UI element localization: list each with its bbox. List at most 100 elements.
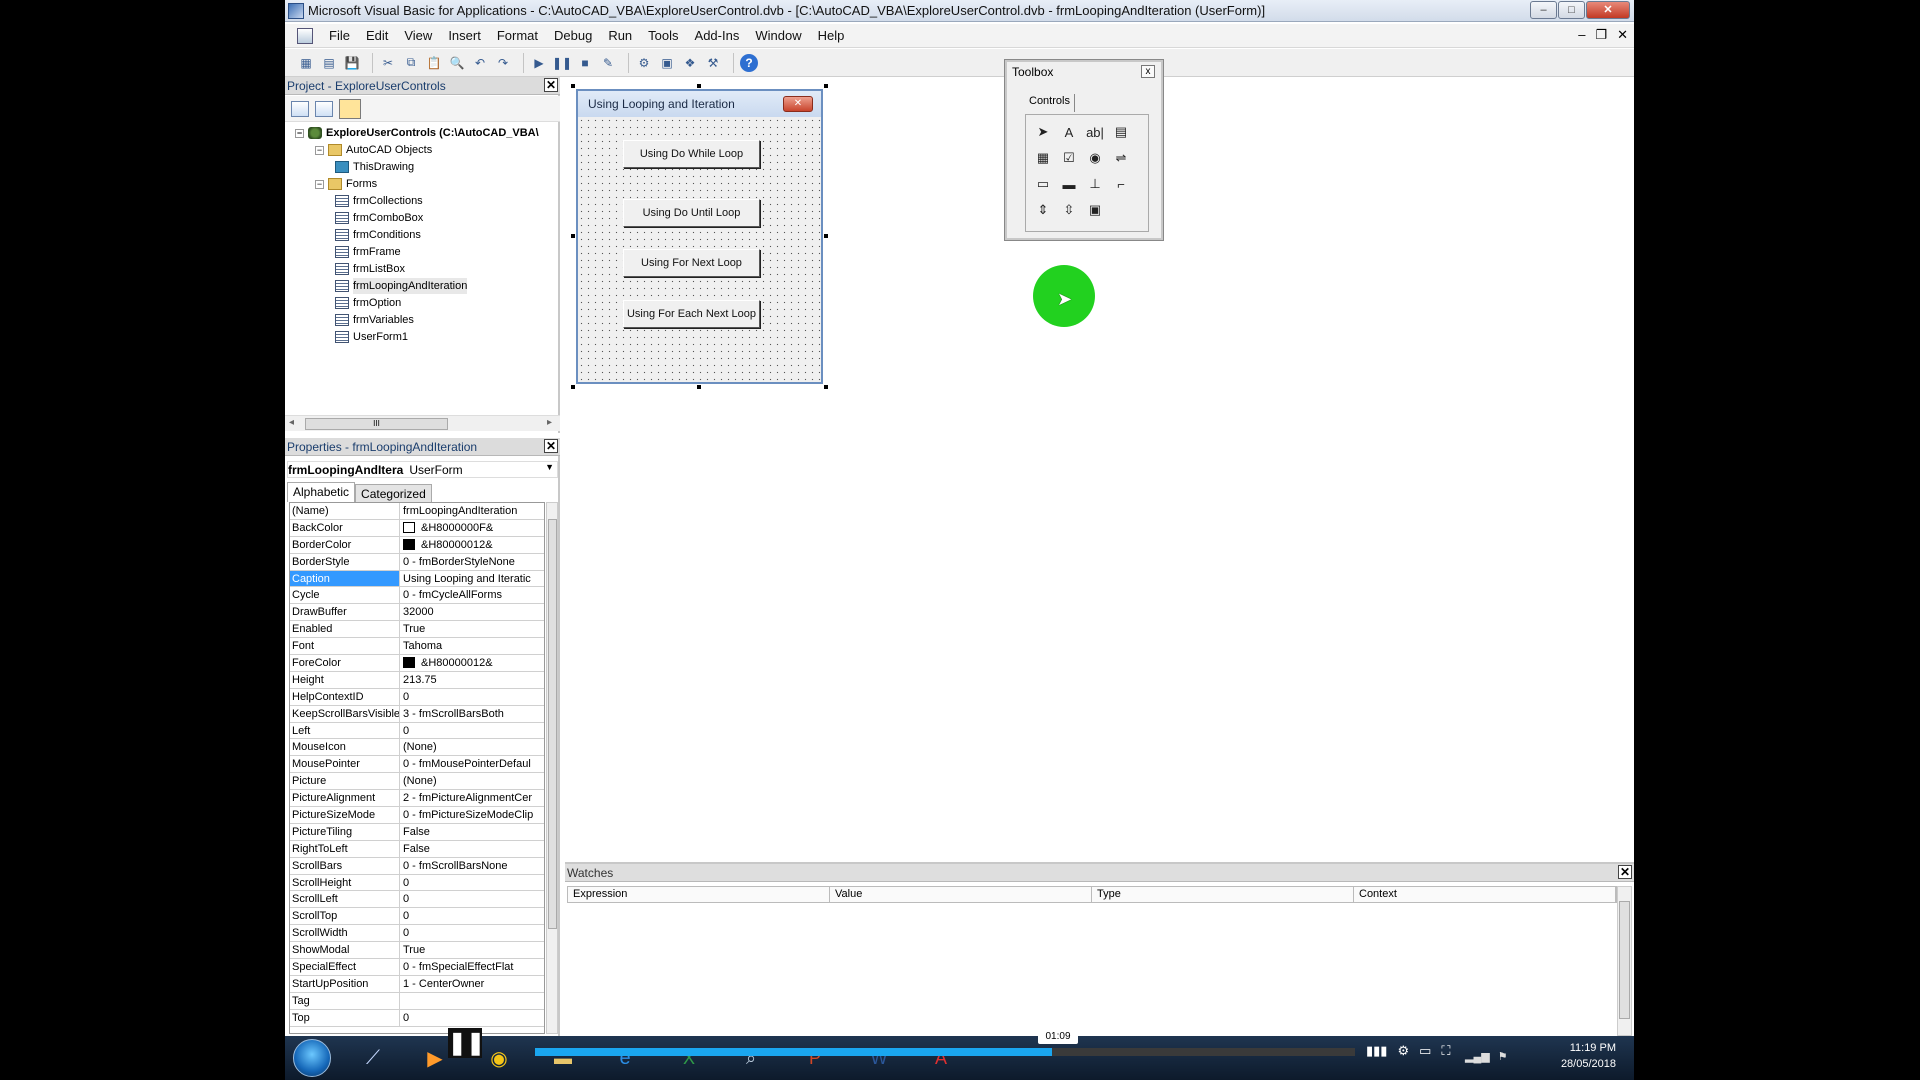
taskbar-clock[interactable]: 11:19 PM 28/05/2018: [1561, 1040, 1616, 1072]
property-row[interactable]: ScrollWidth 0: [290, 925, 544, 943]
optionbutton-icon[interactable]: ◉: [1082, 145, 1108, 171]
watches-vscrollbar[interactable]: [1617, 886, 1632, 1036]
tab-alphabetic[interactable]: Alphabetic: [287, 482, 356, 502]
property-name[interactable]: BorderColor: [290, 536, 400, 553]
property-name[interactable]: Picture: [290, 773, 400, 790]
property-row[interactable]: SpecialEffect 0 - fmSpecialEffectFlat: [290, 959, 544, 976]
property-value[interactable]: [400, 993, 544, 1009]
image-icon[interactable]: ▣: [1082, 197, 1108, 223]
acrobat-icon[interactable]: A: [913, 1040, 969, 1076]
project-explorer-icon[interactable]: ⚙: [635, 54, 653, 72]
tab-controls[interactable]: Controls: [1025, 94, 1075, 112]
help-icon[interactable]: ?: [740, 53, 758, 72]
property-name[interactable]: ShowModal: [290, 942, 400, 959]
toolbox-icon[interactable]: ⚒: [704, 54, 722, 72]
property-value[interactable]: frmLoopingAndIteration: [400, 503, 544, 519]
menu-file[interactable]: File: [321, 28, 358, 43]
video-pause-button[interactable]: ❚❚: [448, 1028, 485, 1058]
document-menu-icon[interactable]: [297, 27, 313, 44]
property-value[interactable]: True: [400, 942, 544, 958]
notification-icon[interactable]: ⚑: [1498, 1050, 1508, 1063]
menu-view[interactable]: View: [396, 28, 440, 43]
property-name[interactable]: PictureAlignment: [290, 790, 400, 807]
property-value[interactable]: 0: [400, 689, 544, 705]
start-button-icon[interactable]: [293, 1039, 331, 1077]
property-row[interactable]: Enabled True: [290, 621, 544, 639]
maximize-button[interactable]: □: [1558, 1, 1585, 19]
menu-edit[interactable]: Edit: [358, 28, 396, 43]
object-browser-icon[interactable]: ❖: [681, 54, 699, 72]
find-icon[interactable]: 🔍: [448, 54, 466, 72]
cut-icon[interactable]: ✂: [379, 54, 397, 72]
property-name[interactable]: BorderStyle: [290, 553, 400, 570]
property-row[interactable]: PictureTiling False: [290, 823, 544, 841]
property-value[interactable]: 0: [400, 891, 544, 907]
property-value[interactable]: 0 - fmBorderStyleNone: [400, 554, 544, 570]
property-value[interactable]: 0: [400, 875, 544, 891]
property-name[interactable]: HelpContextID: [290, 688, 400, 705]
menu-debug[interactable]: Debug: [546, 28, 600, 43]
do-while-loop-button[interactable]: Using Do While Loop: [623, 140, 760, 168]
vba-app-icon[interactable]: [288, 2, 304, 19]
menu-help[interactable]: Help: [810, 28, 853, 43]
property-name[interactable]: ForeColor: [290, 655, 400, 671]
close-button[interactable]: ✕: [1586, 1, 1630, 19]
tree-item[interactable]: frmFrame: [335, 244, 401, 260]
menu-format[interactable]: Format: [489, 28, 546, 43]
property-name[interactable]: KeepScrollBarsVisible: [290, 705, 400, 722]
mdi-restore-button[interactable]: ❐: [1595, 27, 1607, 43]
commandbutton-icon[interactable]: ▬: [1056, 171, 1082, 197]
property-name[interactable]: Height: [290, 671, 400, 688]
resize-handle[interactable]: [570, 384, 576, 390]
tabstrip-icon[interactable]: ⊥: [1082, 171, 1108, 197]
property-row[interactable]: Top 0: [290, 1009, 544, 1027]
word-icon[interactable]: W: [851, 1040, 907, 1076]
tree-item[interactable]: frmLoopingAndIteration: [335, 278, 468, 294]
resize-handle[interactable]: [696, 384, 702, 390]
togglebutton-icon[interactable]: ⇌: [1108, 145, 1134, 171]
property-value[interactable]: 0: [400, 908, 544, 924]
fullscreen-icon[interactable]: ⛶: [1441, 1043, 1450, 1059]
property-value[interactable]: 0 - fmMousePointerDefaul: [400, 756, 544, 772]
property-name[interactable]: ScrollHeight: [290, 874, 400, 891]
scrollbar-icon[interactable]: ⇕: [1030, 197, 1056, 223]
property-name[interactable]: SpecialEffect: [290, 959, 400, 975]
textbox-icon[interactable]: ab|: [1082, 119, 1108, 145]
property-value[interactable]: 0 - fmScrollBarsNone: [400, 858, 544, 874]
property-name[interactable]: MouseIcon: [290, 739, 400, 756]
property-row[interactable]: DrawBuffer 32000: [290, 604, 544, 622]
column-type[interactable]: Type: [1092, 887, 1354, 902]
tree-item[interactable]: frmOption: [335, 295, 401, 311]
property-name[interactable]: ScrollWidth: [290, 925, 400, 942]
property-name[interactable]: BackColor: [290, 519, 400, 536]
menu-insert[interactable]: Insert: [440, 28, 489, 43]
property-name[interactable]: ScrollLeft: [290, 891, 400, 908]
userform-grid[interactable]: Using Do While Loop Using Do Until Loop …: [578, 117, 821, 382]
property-value[interactable]: Tahoma: [400, 638, 544, 654]
property-row[interactable]: ScrollBars 0 - fmScrollBarsNone: [290, 857, 544, 875]
property-row[interactable]: BorderStyle 0 - fmBorderStyleNone: [290, 553, 544, 571]
scrollbar-thumb[interactable]: [1619, 901, 1630, 1019]
property-name[interactable]: PictureTiling: [290, 823, 400, 840]
tree-item[interactable]: ThisDrawing: [335, 159, 414, 175]
tree-expander-icon[interactable]: −: [315, 145, 324, 155]
property-name[interactable]: PictureSizeMode: [290, 807, 400, 823]
property-value[interactable]: (None): [400, 773, 544, 789]
gear-icon[interactable]: ⚙: [1397, 1043, 1409, 1059]
reset-icon[interactable]: ■: [576, 54, 594, 72]
property-name[interactable]: Left: [290, 722, 400, 739]
property-name[interactable]: MousePointer: [290, 756, 400, 773]
property-row[interactable]: HelpContextID 0: [290, 688, 544, 706]
property-value[interactable]: &H8000000F&: [400, 520, 544, 536]
property-name[interactable]: Caption: [290, 570, 400, 587]
volume-icon[interactable]: ▮▮▮: [1366, 1043, 1387, 1059]
property-row[interactable]: PictureAlignment 2 - fmPictureAlignmentCe…: [290, 790, 544, 808]
paste-icon[interactable]: 📋: [425, 54, 443, 72]
property-value[interactable]: 0: [400, 723, 544, 739]
property-row[interactable]: Font Tahoma: [290, 638, 544, 656]
property-name[interactable]: Top: [290, 1009, 400, 1026]
column-expression[interactable]: Expression: [568, 887, 830, 902]
menu-window[interactable]: Window: [747, 28, 809, 43]
property-row[interactable]: ScrollLeft 0: [290, 891, 544, 909]
resize-handle[interactable]: [696, 83, 702, 89]
